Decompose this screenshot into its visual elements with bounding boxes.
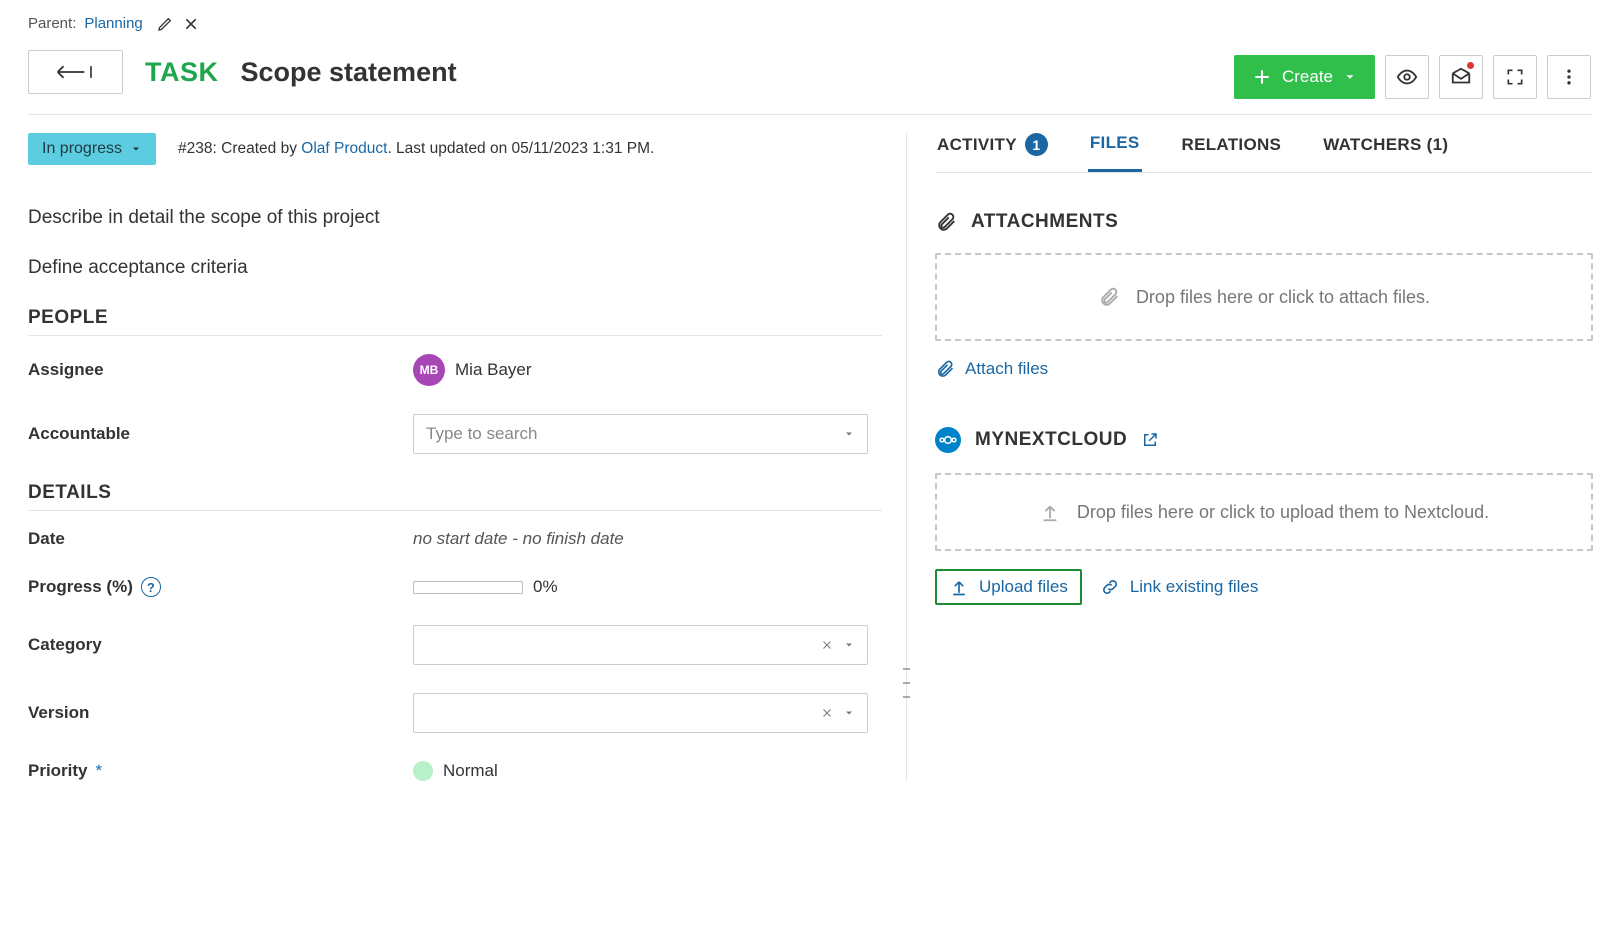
section-details-title: DETAILS	[28, 482, 882, 504]
assignee-name: Mia Bayer	[455, 360, 532, 380]
field-priority: Priority * Normal	[28, 761, 882, 781]
nextcloud-title: MYNEXTCLOUD	[975, 429, 1127, 451]
priority-dot-icon	[413, 761, 433, 781]
required-asterisk: *	[96, 761, 103, 781]
chevron-down-icon	[843, 639, 855, 651]
attachments-dropzone[interactable]: Drop files here or click to attach files…	[935, 253, 1593, 341]
work-package-type: TASK	[145, 57, 219, 88]
link-existing-files-link[interactable]: Link existing files	[1100, 577, 1259, 597]
tab-watchers[interactable]: WATCHERS (1)	[1321, 133, 1450, 172]
section-divider	[28, 510, 882, 511]
upload-icon	[949, 577, 969, 597]
author-link[interactable]: Olaf Product	[301, 140, 387, 157]
fullscreen-button[interactable]	[1493, 55, 1537, 99]
link-icon	[1100, 577, 1120, 597]
chevron-down-icon	[843, 428, 855, 440]
version-combobox[interactable]	[413, 693, 868, 733]
avatar: MB	[413, 354, 445, 386]
back-button[interactable]	[28, 50, 123, 94]
category-label: Category	[28, 635, 413, 655]
title-actions: Create	[1234, 55, 1591, 99]
notification-dot-icon	[1467, 62, 1474, 69]
meta-line: #238: Created by Olaf Product. Last upda…	[178, 140, 654, 158]
field-category: Category	[28, 625, 882, 665]
assignee-label: Assignee	[28, 360, 413, 380]
priority-text: Normal	[443, 761, 498, 781]
tab-activity[interactable]: ACTIVITY 1	[935, 133, 1050, 172]
last-updated: . Last updated on 05/11/2023 1:31 PM.	[387, 140, 654, 157]
create-button[interactable]: Create	[1234, 55, 1375, 99]
date-value[interactable]: no start date - no finish date	[413, 529, 882, 549]
paperclip-icon	[935, 211, 957, 233]
priority-value[interactable]: Normal	[413, 761, 882, 781]
progress-label: Progress (%)	[28, 577, 133, 597]
close-icon[interactable]	[183, 16, 199, 32]
left-pane: In progress #238: Created by Olaf Produc…	[28, 133, 906, 781]
attach-icon	[935, 359, 955, 379]
pencil-icon[interactable]	[157, 16, 173, 32]
notifications-button[interactable]	[1439, 55, 1483, 99]
assignee-value[interactable]: MB Mia Bayer	[413, 354, 882, 386]
status-label: In progress	[42, 140, 122, 158]
parent-row: Parent: Planning	[28, 15, 1621, 32]
help-icon[interactable]: ?	[141, 577, 161, 597]
right-pane: ACTIVITY 1 FILES RELATIONS WATCHERS (1) …	[907, 133, 1593, 781]
accountable-placeholder: Type to search	[426, 424, 538, 444]
category-combobox[interactable]	[413, 625, 868, 665]
description-line-1: Describe in detail the scope of this pro…	[28, 207, 882, 229]
nextcloud-drop-text: Drop files here or click to upload them …	[1077, 502, 1489, 523]
attach-files-link[interactable]: Attach files	[935, 359, 1048, 379]
more-menu-button[interactable]	[1547, 55, 1591, 99]
parent-link[interactable]: Planning	[84, 15, 142, 32]
tab-relations[interactable]: RELATIONS	[1180, 133, 1284, 172]
activity-count-badge: 1	[1025, 133, 1048, 156]
accountable-combobox[interactable]: Type to search	[413, 414, 868, 454]
description[interactable]: Describe in detail the scope of this pro…	[28, 207, 882, 279]
section-people-title: PEOPLE	[28, 307, 882, 329]
nextcloud-heading: MYNEXTCLOUD	[935, 427, 1593, 453]
nextcloud-dropzone[interactable]: Drop files here or click to upload them …	[935, 473, 1593, 551]
task-id: #238:	[178, 140, 217, 157]
pane-resizer[interactable]	[906, 133, 907, 781]
field-date: Date no start date - no finish date	[28, 529, 882, 549]
priority-label: Priority	[28, 761, 88, 781]
attachments-heading: ATTACHMENTS	[935, 211, 1593, 233]
clear-icon[interactable]	[821, 707, 833, 719]
progress-value-cell[interactable]: 0%	[413, 577, 882, 597]
version-label: Version	[28, 703, 413, 723]
chevron-down-icon	[843, 707, 855, 719]
page-title[interactable]: Scope statement	[241, 57, 457, 88]
field-progress: Progress (%) ? 0%	[28, 577, 882, 597]
upload-icon	[1039, 501, 1061, 523]
attach-icon	[1098, 286, 1120, 308]
date-label: Date	[28, 529, 413, 549]
drag-handle-icon	[903, 668, 910, 698]
tabs: ACTIVITY 1 FILES RELATIONS WATCHERS (1)	[935, 133, 1593, 173]
watch-button[interactable]	[1385, 55, 1429, 99]
external-link-icon[interactable]	[1141, 431, 1159, 449]
status-dropdown[interactable]: In progress	[28, 133, 156, 165]
description-line-2: Define acceptance criteria	[28, 257, 882, 279]
header-divider	[28, 114, 1593, 115]
parent-label: Parent:	[28, 15, 76, 32]
field-version: Version	[28, 693, 882, 733]
tab-files[interactable]: FILES	[1088, 133, 1142, 172]
upload-files-link[interactable]: Upload files	[935, 569, 1082, 605]
create-button-label: Create	[1282, 67, 1333, 87]
clear-icon[interactable]	[821, 639, 833, 651]
section-divider	[28, 335, 882, 336]
progress-bar	[413, 581, 523, 594]
nextcloud-logo-icon	[935, 427, 961, 453]
progress-percent: 0%	[533, 577, 558, 597]
field-accountable: Accountable Type to search	[28, 414, 882, 454]
field-assignee: Assignee MB Mia Bayer	[28, 354, 882, 386]
attachments-drop-text: Drop files here or click to attach files…	[1136, 287, 1430, 308]
accountable-label: Accountable	[28, 424, 413, 444]
